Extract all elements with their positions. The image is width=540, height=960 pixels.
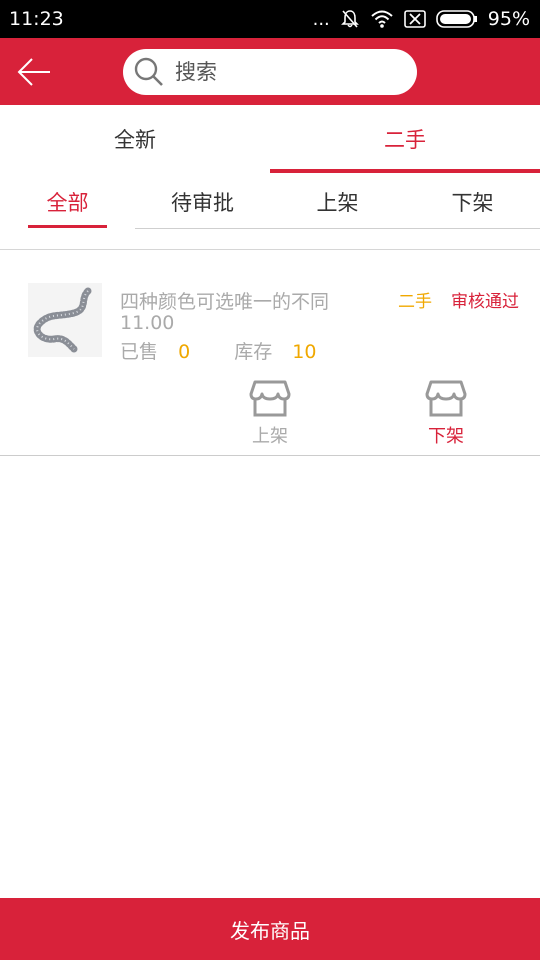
- search-bar[interactable]: [123, 49, 417, 95]
- battery-level: 95%: [487, 8, 530, 30]
- mute-bell-icon: [340, 9, 360, 29]
- publish-product-button[interactable]: 发布商品: [0, 898, 540, 960]
- product-thumbnail: [28, 283, 102, 357]
- back-button[interactable]: [14, 52, 54, 92]
- app-header: [0, 38, 540, 105]
- review-status-tag: 审核通过: [451, 292, 519, 312]
- search-input[interactable]: [175, 60, 395, 84]
- put-on-shelf-label: 上架: [252, 426, 288, 447]
- status-time: 11:23: [9, 8, 64, 30]
- sold-label: 已售: [120, 341, 159, 363]
- battery-icon: [435, 10, 478, 28]
- condition-tabs: 全新 二手: [0, 105, 540, 173]
- tabs-divider: [135, 228, 540, 229]
- tab-pending[interactable]: 待审批: [135, 173, 270, 231]
- take-off-shelf-button[interactable]: 下架: [416, 380, 476, 448]
- product-price: 11.00: [120, 312, 175, 334]
- search-icon: [134, 57, 163, 86]
- sold-count: 0: [178, 341, 191, 363]
- status-tabs: 全部 待审批 上架 下架: [0, 173, 540, 231]
- tab-all[interactable]: 全部: [0, 173, 135, 231]
- put-on-shelf-button[interactable]: 上架: [240, 380, 300, 448]
- storefront-icon: [425, 380, 467, 417]
- tab-on-shelf[interactable]: 上架: [270, 173, 405, 231]
- no-sim-icon: [403, 10, 426, 28]
- status-dots: ...: [312, 8, 330, 30]
- take-off-shelf-label: 下架: [428, 426, 464, 447]
- tab-new[interactable]: 全新: [0, 105, 270, 173]
- tab-second-hand[interactable]: 二手: [270, 105, 540, 173]
- status-bar: 11:23 ... 95%: [0, 0, 540, 38]
- product-name: 四种颜色可选唯一的不同: [120, 291, 330, 313]
- arrow-left-icon: [17, 58, 50, 86]
- stock-label: 库存: [234, 341, 273, 363]
- wifi-icon: [370, 9, 394, 29]
- storefront-icon: [249, 380, 291, 417]
- condition-tag: 二手: [398, 292, 432, 312]
- product-list-item[interactable]: 四种颜色可选唯一的不同 11.00 已售 0 库存 10 二手 审核通过 上架 …: [0, 250, 540, 456]
- app-screen: 11:23 ... 95% 搜索 全新 二手 全部 待审批 上架 下架 四种颜色…: [0, 0, 540, 960]
- stock-count: 10: [292, 341, 317, 363]
- tab-off-shelf[interactable]: 下架: [405, 173, 540, 231]
- product-stats: 已售 0 库存 10: [120, 337, 316, 364]
